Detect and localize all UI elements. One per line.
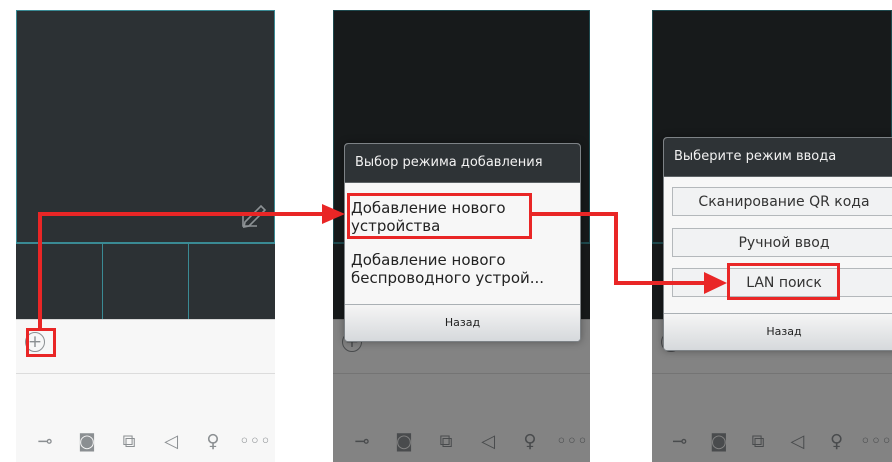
flow-arrows <box>38 204 727 329</box>
